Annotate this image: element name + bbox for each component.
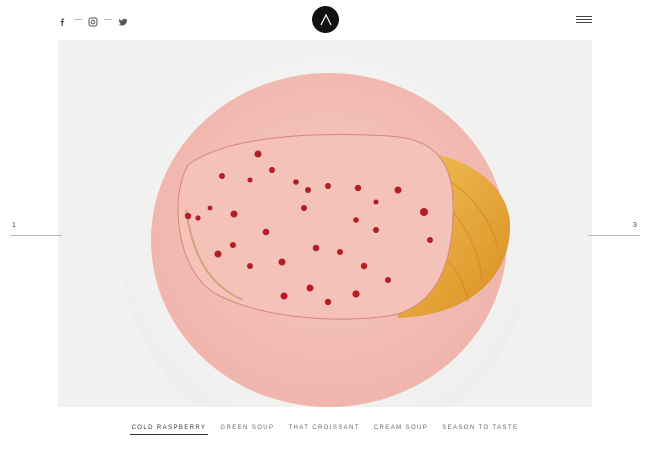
menu-line [576,19,592,20]
facebook-icon[interactable] [58,14,68,26]
logo-icon[interactable] [312,6,339,33]
tab-that-croissant[interactable]: THAT CROISSANT [286,425,361,435]
slide-next-line [588,235,640,236]
tab-season-to-taste[interactable]: SEASON TO TASTE [440,425,520,435]
tab-cream-soup[interactable]: CREAM SOUP [372,425,430,435]
salmon-dish-illustration [121,50,531,407]
social-links [58,14,128,27]
social-separator [104,18,112,20]
recipe-tabs: COLD RASPBERRY GREEN SOUP THAT CROISSANT… [0,425,650,435]
social-separator [74,18,82,20]
hamburger-menu-icon[interactable] [576,16,592,24]
tab-green-soup[interactable]: GREEN SOUP [218,425,276,435]
menu-line [576,16,592,17]
salmon-fillet [177,134,454,320]
hero-image [58,40,592,407]
menu-line [576,22,592,23]
twitter-icon[interactable] [118,14,128,26]
slide-prev-line [10,235,62,236]
slide-prev-number[interactable]: 1 [12,222,16,229]
slide-next-number[interactable]: 3 [633,222,637,229]
tab-cold-raspberry[interactable]: COLD RASPBERRY [129,425,209,435]
instagram-icon[interactable] [88,14,98,27]
